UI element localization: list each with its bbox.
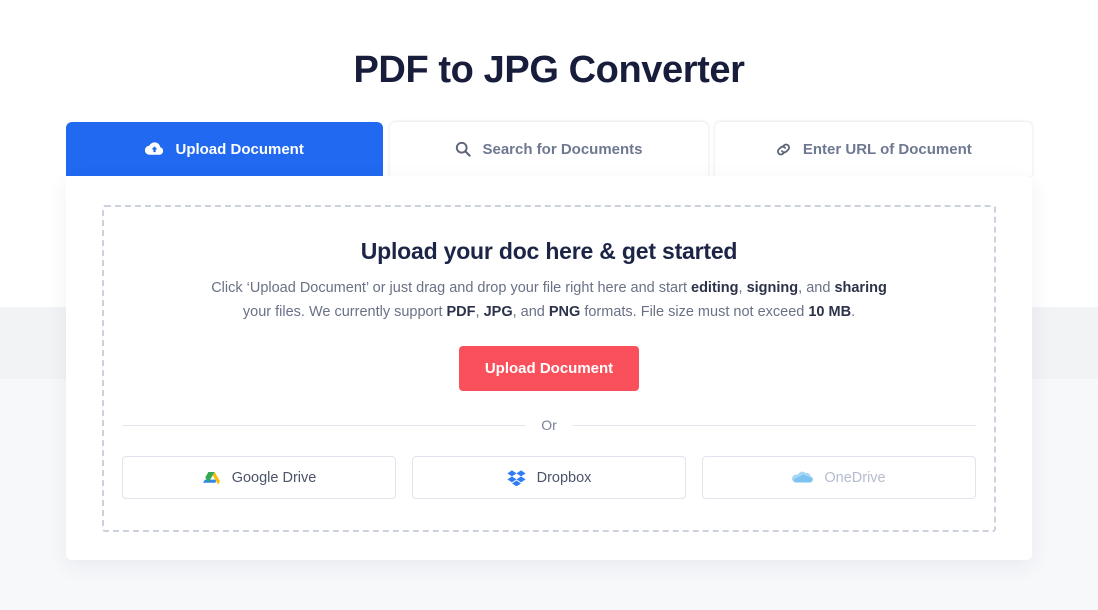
divider-line-left [122, 424, 527, 426]
desc-bold-pdf: PDF [446, 304, 476, 320]
tab-strip: Upload Document Search for Documents Ent… [66, 122, 1032, 176]
onedrive-icon [792, 471, 814, 485]
page-root: PDF to JPG Converter Upload Document Sea… [0, 0, 1098, 610]
divider-line-right [571, 424, 976, 426]
google-drive-button[interactable]: Google Drive [122, 456, 396, 499]
desc-text: formats. File size must not exceed [580, 304, 809, 320]
cloud-provider-row: Google Drive Dropbox OneDrive [122, 456, 976, 499]
or-label: Or [541, 417, 557, 433]
desc-text: your files. We currently support [242, 304, 447, 320]
desc-text: . [851, 304, 856, 320]
desc-bold-editing: editing [691, 280, 739, 296]
desc-text: , and [798, 280, 835, 296]
dropbox-icon [507, 469, 526, 486]
upload-document-button[interactable]: Upload Document [458, 346, 640, 391]
drop-zone-description: Click ‘Upload Document’ or just drag and… [199, 276, 899, 324]
drop-zone-heading: Upload your doc here & get started [360, 238, 738, 264]
file-drop-zone[interactable]: Upload your doc here & get started Click… [102, 205, 996, 532]
search-icon [455, 141, 472, 157]
page-title: PDF to JPG Converter [353, 49, 745, 92]
tab-search-for-documents[interactable]: Search for Documents [390, 122, 708, 176]
tab-enter-url-of-document[interactable]: Enter URL of Document [714, 122, 1032, 176]
link-icon [775, 141, 792, 158]
desc-text: , [475, 304, 484, 320]
desc-bold-sharing: sharing [834, 280, 887, 296]
or-divider: Or [122, 417, 976, 433]
upload-button-row: Upload Document [104, 346, 994, 391]
desc-bold-png: PNG [548, 304, 581, 320]
desc-text: Click ‘Upload Document’ or just drag and… [211, 280, 691, 296]
tab-upload-document[interactable]: Upload Document [66, 122, 384, 176]
desc-bold-signing: signing [746, 280, 799, 296]
desc-text: , [738, 280, 747, 296]
tab-label: Enter URL of Document [802, 140, 972, 158]
onedrive-button[interactable]: OneDrive [702, 456, 976, 499]
provider-label: Google Drive [231, 469, 317, 486]
desc-bold-jpg: JPG [483, 304, 513, 320]
tab-label: Upload Document [175, 140, 304, 158]
upload-panel-card: Upload your doc here & get started Click… [66, 176, 1032, 560]
dropbox-button[interactable]: Dropbox [412, 456, 686, 499]
desc-text: , and [512, 304, 549, 320]
google-drive-icon [202, 469, 221, 486]
provider-label: OneDrive [824, 469, 886, 486]
provider-label: Dropbox [536, 469, 592, 486]
tab-label: Search for Documents [482, 140, 643, 158]
cloud-upload-icon [145, 141, 164, 157]
desc-bold-size-limit: 10 MB [808, 304, 852, 320]
